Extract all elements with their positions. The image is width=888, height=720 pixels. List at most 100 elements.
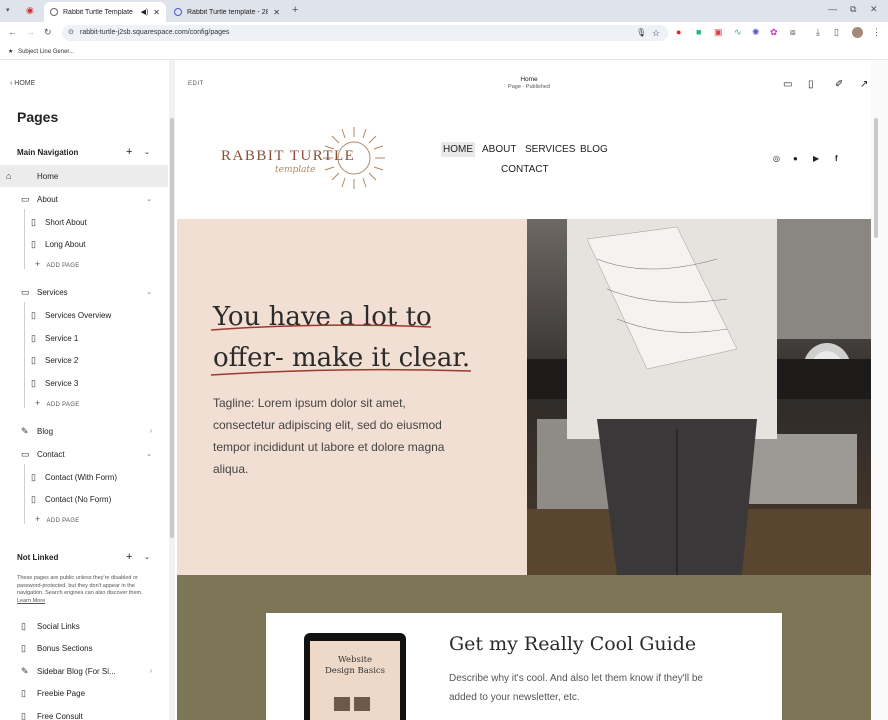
bookmark-star-icon[interactable]: ☆ [652,25,660,41]
page-icon: ▯ [31,216,36,227]
site-nav-blog[interactable]: BLOG [580,144,608,155]
site-preview: EDIT Home Page · Published ▭ ▯ ✐ ↗ RABBI… [177,70,871,720]
site-styles-brush-icon[interactable]: ✐ [835,79,843,90]
add-page-plus-icon[interactable]: + [126,146,132,158]
preview-scroll-thumb[interactable] [874,118,878,238]
collapse-chevron-icon[interactable]: ⌄ [144,148,150,156]
page-icon: ▯ [21,642,26,653]
extensions-puzzle-icon[interactable]: ⧈ [790,28,796,37]
tab-rabbit-turtle-template[interactable]: Rabbit Turtle template - 28 N... ✕ [168,2,286,22]
sidebar-item-freebie-page[interactable]: ▯ Freebie Page [0,682,168,704]
extension-color-icon[interactable]: ✿ [770,28,778,37]
site-logo[interactable]: RABBIT TURTLE template [217,125,387,191]
add-page-button[interactable]: + ADD PAGE [35,259,80,269]
reload-icon[interactable]: ↻ [44,28,52,37]
sidebar-item-contact-with-form[interactable]: ▯ Contact (With Form) [0,466,168,488]
tab-rabbit-turtle[interactable]: Rabbit Turtle Template ◀) ✕ [44,2,166,22]
close-tab-icon[interactable]: ✕ [273,8,280,17]
sidebar-item-services[interactable]: ▭ Services ⌄ [0,281,168,303]
pinterest-icon[interactable]: ● [793,154,798,163]
close-tab-icon[interactable]: ✕ [153,8,160,17]
facebook-icon[interactable]: f [835,154,838,163]
forward-icon[interactable]: → [26,28,35,37]
chevron-right-icon[interactable]: › [150,428,152,435]
add-page-plus-icon[interactable]: + [126,551,132,563]
chevron-down-icon[interactable]: ⌄ [146,288,152,296]
underline-scribble-icon [210,324,472,376]
site-nav-about[interactable]: ABOUT [482,144,516,155]
extension-grid-icon[interactable]: ■ [696,28,701,37]
mobile-view-icon[interactable]: ▯ [808,79,814,90]
expand-arrow-icon[interactable]: ↗ [860,79,868,90]
sidebar-item-about[interactable]: ▭ About ⌄ [0,188,168,210]
site-nav-contact[interactable]: CONTACT [501,164,549,175]
sidebar-item-social-links[interactable]: ▯ Social Links [0,615,168,637]
blog-pen-icon: ✎ [21,665,29,676]
site-info-icon[interactable]: ⊙ [68,25,74,41]
extension-doc-icon[interactable]: ▣ [714,28,723,37]
profile-avatar[interactable] [852,27,863,38]
new-tab-icon[interactable]: + [292,5,298,16]
mic-icon[interactable]: 🎙 [636,25,646,41]
collapse-chevron-icon[interactable]: ⌄ [144,553,150,561]
edit-button[interactable]: EDIT [188,81,204,87]
extension-settings-icon[interactable]: ✺ [752,28,760,37]
extension-opera-icon[interactable]: ● [676,28,681,37]
page-name: Home [520,76,538,83]
hero-tagline: Tagline: Lorem ipsum dolor sit amet, con… [213,396,445,476]
tab-title: Rabbit Turtle template - 28 N... [187,8,269,16]
guide-title: Get my Really Cool Guide [449,633,697,655]
sidebar-item-blog[interactable]: ✎ Blog › [0,420,168,442]
site-nav-home[interactable]: HOME [441,142,475,157]
sidebar-item-long-about[interactable]: ▯ Long About [0,233,168,255]
back-home-link[interactable]: ‹ HOME [10,80,35,87]
pages-sidebar: ‹ HOME Pages Main Navigation + ⌄ ⌂ Home … [0,60,170,720]
chevron-right-icon[interactable]: › [150,668,152,675]
page-icon: ▯ [21,687,26,698]
blog-pen-icon: ✎ [21,425,29,436]
sidebar-item-short-about[interactable]: ▯ Short About [0,211,168,233]
sidebar-item-contact[interactable]: ▭ Contact ⌄ [0,443,168,465]
squarespace-favicon-icon [174,8,182,16]
youtube-icon[interactable]: ▶ [813,154,819,163]
browser-menu-icon[interactable]: ⋮ [872,28,881,37]
sidebar-item-services-overview[interactable]: ▯ Services Overview [0,304,168,326]
restore-icon[interactable]: ⧉ [850,5,856,14]
speaker-icon[interactable]: ◀) [141,8,149,16]
bookmark-subject-line[interactable]: Subject Line Gener... [18,49,74,55]
desktop-view-icon[interactable]: ▭ [783,79,792,90]
tablet-thumbnail [334,697,350,711]
sidebar-item-service-2[interactable]: ▯ Service 2 [0,349,168,371]
extension-wave-icon[interactable]: ∿ [734,28,742,37]
back-icon[interactable]: ← [8,28,17,37]
sidebar-item-service-1[interactable]: ▯ Service 1 [0,327,168,349]
page-icon: ▯ [31,309,36,320]
editor-header: EDIT Home Page · Published ▭ ▯ ✐ ↗ [177,70,871,100]
url-text: rabbit-turtle-j2sb.squarespace.com/confi… [80,29,230,36]
tab-list-icon[interactable]: ▾ [6,7,10,14]
minimize-icon[interactable]: — [828,5,837,14]
folder-icon: ▭ [21,448,30,459]
chevron-down-icon[interactable]: ⌄ [146,450,152,458]
instagram-icon[interactable]: ◎ [773,154,780,163]
chevron-down-icon[interactable]: ⌄ [146,195,152,203]
sidebar-item-service-3[interactable]: ▯ Service 3 [0,372,168,394]
sidebar-item-home[interactable]: ⌂ Home [0,165,168,187]
page-icon: ▯ [31,493,36,504]
chevron-left-icon: ‹ [10,80,13,87]
sidebar-scroll-thumb[interactable] [170,118,174,538]
add-page-button[interactable]: + ADD PAGE [35,398,80,408]
sidebar-item-bonus-sections[interactable]: ▯ Bonus Sections [0,637,168,659]
sidebar-item-contact-no-form[interactable]: ▯ Contact (No Form) [0,488,168,510]
learn-more-link[interactable]: Learn More [17,598,45,604]
sidebar-item-free-consult[interactable]: ▯ Free Consult [0,705,168,720]
sidebar-toggle-icon[interactable]: ▯ [834,28,839,37]
sidebar-item-sidebar-blog[interactable]: ✎ Sidebar Blog (For Si... › [0,660,168,682]
add-page-button[interactable]: + ADD PAGE [35,514,80,524]
address-bar[interactable]: ⊙ rabbit-turtle-j2sb.squarespace.com/con… [62,25,668,41]
extension-record-icon[interactable]: ◉ [26,6,34,15]
site-nav-services[interactable]: SERVICES [525,144,575,155]
download-icon[interactable]: ⤓ [816,28,820,37]
folder-icon: ▭ [21,286,30,297]
close-window-icon[interactable]: ✕ [870,5,878,14]
